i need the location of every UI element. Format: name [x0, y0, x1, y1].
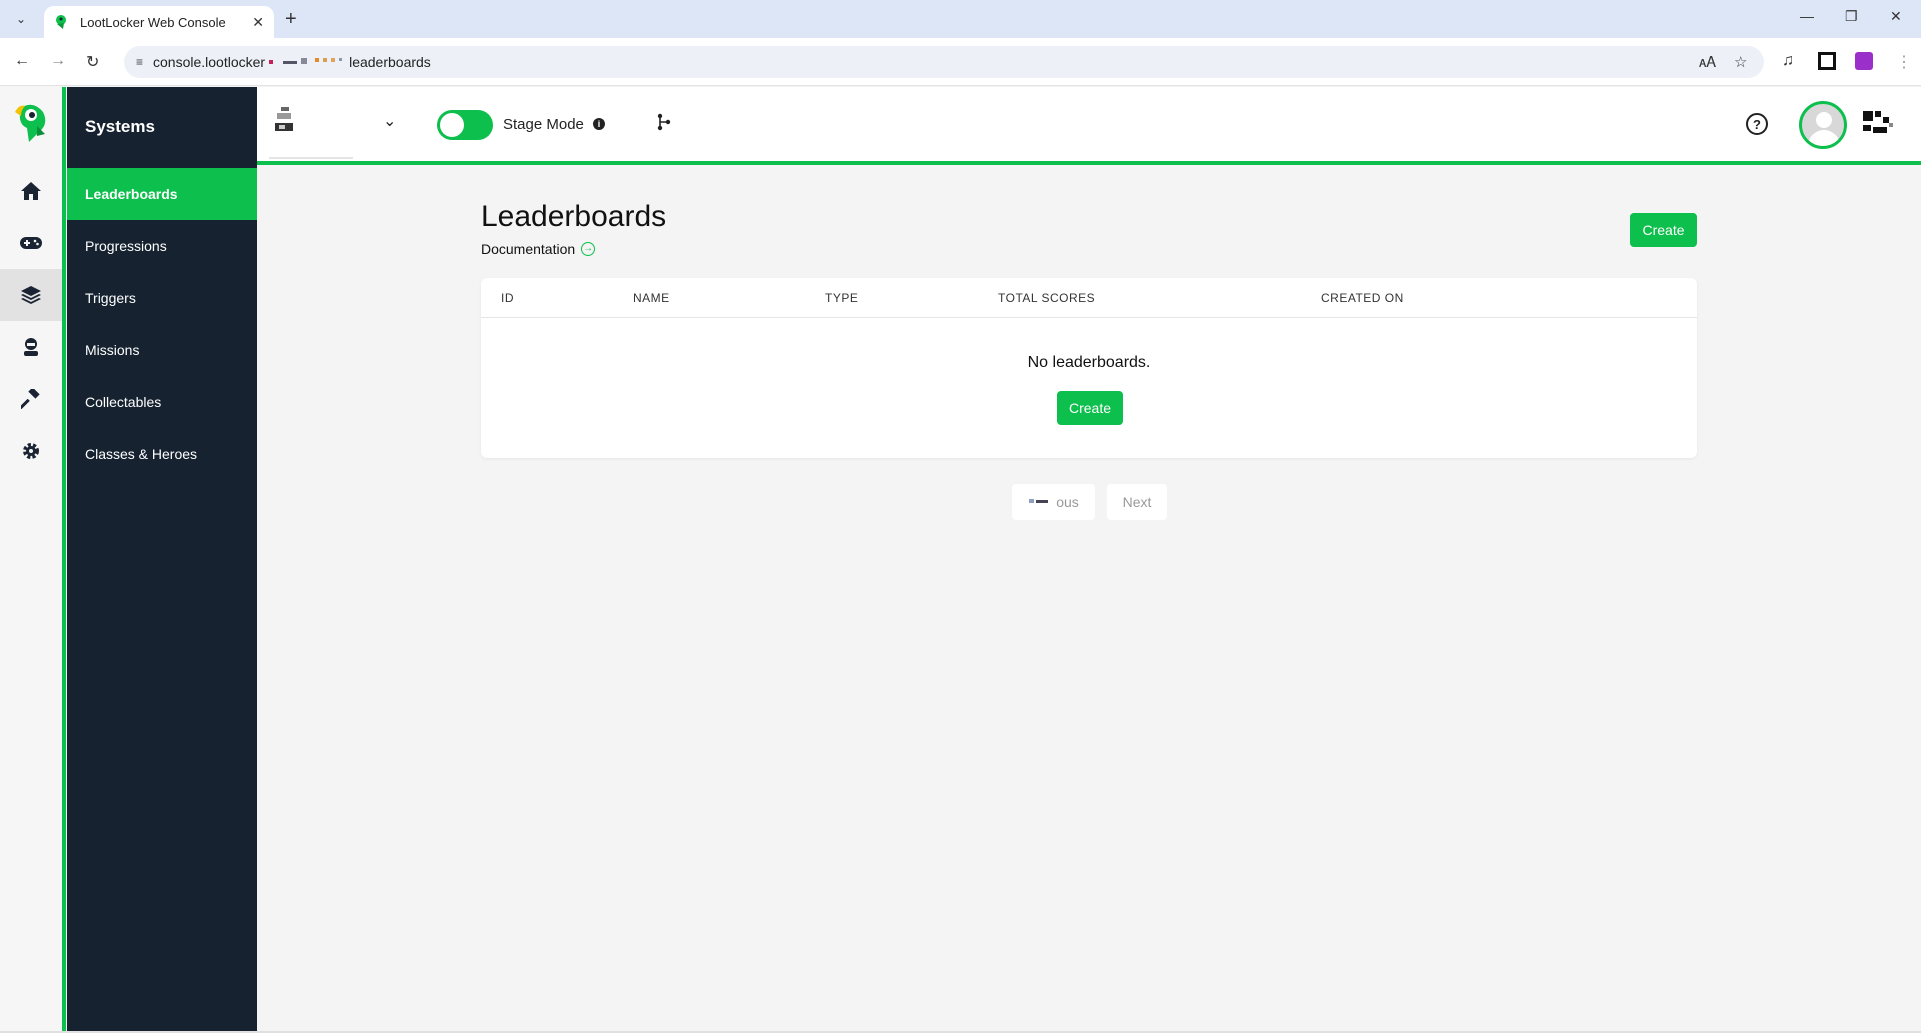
- stage-mode-toggle[interactable]: [437, 110, 493, 140]
- top-bar: ⌄ Stage Mode i ?: [257, 87, 1921, 165]
- avatar-body: [1808, 130, 1840, 146]
- sidebar-item-triggers[interactable]: Triggers: [67, 272, 257, 324]
- extension-icon[interactable]: [1818, 52, 1836, 70]
- media-controls-icon[interactable]: ♫: [1782, 52, 1794, 70]
- redacted-url-segment: [269, 58, 343, 64]
- restore-icon[interactable]: ❐: [1845, 8, 1858, 25]
- new-tab-icon[interactable]: +: [285, 8, 297, 31]
- user-identicon[interactable]: [1861, 109, 1897, 139]
- minimize-icon[interactable]: —: [1800, 8, 1814, 24]
- column-header-name: NAME: [633, 291, 670, 305]
- toggle-knob: [440, 113, 464, 137]
- parrot-logo-icon[interactable]: [0, 97, 62, 149]
- extension-purple-icon[interactable]: [1855, 52, 1873, 70]
- previous-page-button[interactable]: ous: [1012, 484, 1095, 520]
- home-icon[interactable]: [0, 165, 62, 217]
- forward-icon[interactable]: →: [50, 52, 66, 70]
- sidebar-item-collectables[interactable]: Collectables: [67, 376, 257, 428]
- browser-tab-strip: ⌄ LootLocker Web Console ✕ + — ❐ ✕: [0, 0, 1921, 38]
- tab-close-icon[interactable]: ✕: [252, 14, 264, 31]
- help-icon[interactable]: ?: [1746, 113, 1768, 135]
- column-header-total-scores: TOTAL SCORES: [998, 291, 1096, 305]
- info-icon[interactable]: i: [593, 118, 605, 130]
- gamepad-icon[interactable]: [0, 217, 62, 269]
- stage-mode-label: Stage Mode: [503, 116, 584, 133]
- table-header: ID NAME TYPE TOTAL SCORES CREATED ON: [481, 278, 1697, 318]
- tab-search-chevron-icon[interactable]: ⌄: [10, 8, 32, 30]
- avatar[interactable]: [1799, 101, 1847, 149]
- browser-toolbar: ← → ↻ ≡ console.lootlocker leaderboards …: [0, 38, 1921, 86]
- game-selector-underline: [269, 157, 353, 159]
- player-icon[interactable]: [0, 321, 62, 373]
- create-leaderboard-button[interactable]: Create: [1630, 213, 1697, 247]
- avatar-head: [1816, 112, 1832, 128]
- layers-icon[interactable]: [0, 269, 62, 321]
- documentation-label: Documentation: [481, 241, 576, 257]
- url-prefix: console.lootlocker: [153, 54, 266, 70]
- next-page-button[interactable]: Next: [1107, 484, 1167, 520]
- sidebar-item-progressions[interactable]: Progressions: [67, 220, 257, 272]
- site-info-icon[interactable]: ≡: [136, 55, 143, 69]
- documentation-link[interactable]: Documentation →: [481, 241, 596, 257]
- game-dropdown-chevron-icon[interactable]: ⌄: [383, 111, 396, 131]
- browser-tab[interactable]: LootLocker Web Console ✕: [44, 6, 274, 38]
- column-header-created-on: CREATED ON: [1321, 291, 1404, 305]
- sidebar-heading: Systems: [85, 117, 155, 136]
- window-close-icon[interactable]: ✕: [1890, 8, 1902, 25]
- back-icon[interactable]: ←: [14, 52, 30, 70]
- column-header-type: TYPE: [825, 291, 859, 305]
- translate-icon[interactable]: 🗚: [1699, 46, 1716, 78]
- sidebar-item-missions[interactable]: Missions: [67, 324, 257, 376]
- column-header-id: ID: [501, 291, 514, 305]
- lootlocker-favicon-icon: [56, 15, 66, 29]
- bookmark-star-icon[interactable]: ☆: [1734, 46, 1747, 78]
- sidebar-item-leaderboards[interactable]: Leaderboards: [67, 168, 257, 220]
- game-selector-thumbnail[interactable]: [269, 105, 309, 135]
- page-title: Leaderboards: [481, 200, 667, 233]
- empty-state-text: No leaderboards.: [1027, 354, 1151, 371]
- hammer-icon[interactable]: [0, 373, 62, 425]
- empty-state-create-button[interactable]: Create: [1057, 391, 1123, 425]
- systems-sidebar: Systems Leaderboards Progressions Trigge…: [67, 87, 257, 1033]
- gear-icon[interactable]: [0, 425, 62, 477]
- icon-rail: [0, 87, 66, 1033]
- address-bar[interactable]: ≡ console.lootlocker leaderboards 🗚 ☆: [124, 46, 1764, 78]
- url-path: leaderboards: [349, 54, 431, 70]
- tab-title: LootLocker Web Console: [80, 14, 226, 30]
- previous-label-fragment: ous: [1056, 494, 1079, 510]
- redacted-text-overlay: [1029, 499, 1049, 503]
- arrow-circle-right-icon: →: [581, 242, 596, 256]
- browser-menu-icon[interactable]: ⋮: [1896, 52, 1912, 72]
- sidebar-item-classes-heroes[interactable]: Classes & Heroes: [67, 428, 257, 480]
- leaderboards-table: ID NAME TYPE TOTAL SCORES CREATED ON No …: [481, 278, 1697, 458]
- reload-icon[interactable]: ↻: [86, 52, 99, 72]
- branch-icon[interactable]: [657, 113, 671, 131]
